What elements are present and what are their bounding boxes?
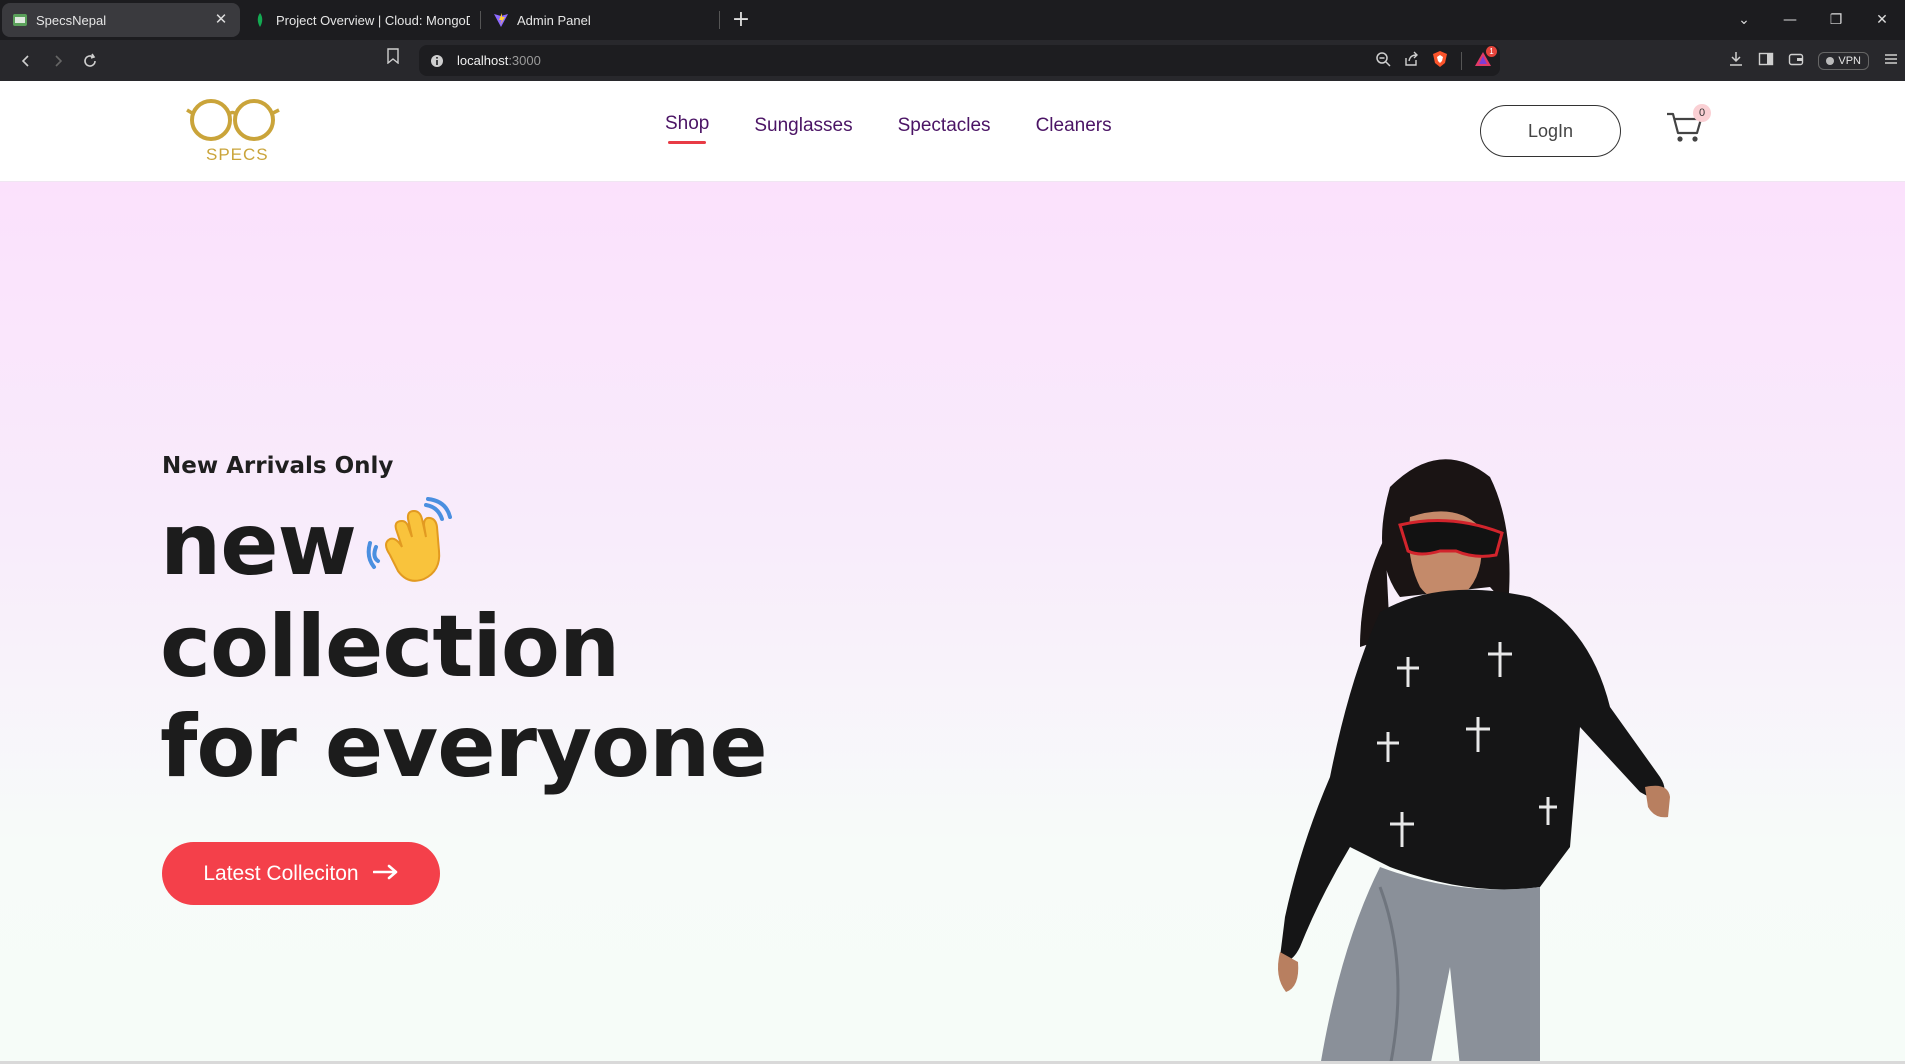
site-info-icon[interactable] (429, 53, 445, 69)
new-tab-button[interactable]: + (724, 3, 758, 37)
tab-admin-panel[interactable]: Admin Panel (483, 3, 719, 37)
web-page: SPECS Shop Sunglasses Spectacles Cleaner… (0, 81, 1905, 1064)
vpn-button[interactable]: VPN (1818, 51, 1869, 70)
tab-search-chevron-icon[interactable]: ⌄ (1721, 12, 1767, 28)
hero-title: new collection for everyone (160, 495, 920, 797)
latest-collection-button[interactable]: Latest Colleciton (162, 842, 440, 905)
minimize-icon[interactable]: — (1767, 12, 1813, 28)
nav-spectacles[interactable]: Spectacles (898, 115, 991, 137)
omnibox-divider (1461, 51, 1462, 70)
nav-sunglasses[interactable]: Sunglasses (754, 115, 852, 137)
menu-icon[interactable] (1883, 51, 1899, 71)
vite-icon (493, 12, 509, 28)
brave-rewards-icon[interactable]: 1 (1474, 45, 1497, 72)
hero-title-line-2: collection (160, 596, 620, 697)
close-tab-icon[interactable]: ✕ (212, 11, 230, 29)
hero-section: New Arrivals Only new collection for eve… (0, 182, 1905, 1064)
login-button[interactable]: LogIn (1480, 105, 1621, 157)
waving-hand-icon (366, 496, 458, 589)
hero-title-line-3: for everyone (160, 696, 768, 797)
close-window-icon[interactable]: ✕ (1859, 12, 1905, 28)
hero-subtitle: New Arrivals Only (162, 453, 394, 479)
window-controls: ⌄ — ❐ ✕ (1721, 0, 1905, 40)
cart-count-badge: 0 (1693, 104, 1711, 122)
share-icon[interactable] (1403, 51, 1419, 71)
restore-icon[interactable]: ❐ (1813, 12, 1859, 28)
tab-specsnepal[interactable]: SpecsNepal ✕ (2, 3, 240, 37)
main-nav: Shop Sunglasses Spectacles Cleaners (665, 113, 1157, 144)
download-icon[interactable] (1728, 51, 1744, 71)
tab-divider (480, 11, 481, 29)
url-text: localhost:3000 (457, 53, 541, 68)
site-header: SPECS Shop Sunglasses Spectacles Cleaner… (0, 81, 1905, 182)
vpn-label: VPN (1838, 54, 1861, 67)
rewards-badge: 1 (1486, 45, 1497, 57)
tab-title: Project Overview | Cloud: MongoDB (276, 12, 470, 28)
sidebar-icon[interactable] (1758, 51, 1774, 71)
browser-toolbar: localhost:3000 1 VPN (0, 40, 1905, 81)
mongodb-leaf-icon (252, 12, 268, 28)
toolbar-right-actions: VPN (1728, 40, 1899, 81)
zoom-icon[interactable] (1375, 51, 1391, 71)
tab-title: Admin Panel (517, 12, 591, 28)
back-icon[interactable] (10, 45, 42, 77)
browser-tab-bar: SpecsNepal ✕ Project Overview | Cloud: M… (0, 0, 1905, 40)
wallet-icon[interactable] (1788, 51, 1804, 71)
arrow-right-icon (372, 862, 399, 886)
brave-shields-icon[interactable] (1431, 50, 1449, 72)
logo-text: SPECS (206, 145, 269, 164)
address-bar[interactable]: localhost:3000 1 (419, 45, 1500, 76)
tab-divider (719, 11, 720, 29)
bookmark-icon[interactable] (386, 48, 400, 68)
specsnepal-favicon (12, 12, 28, 28)
cta-label: Latest Colleciton (203, 861, 359, 885)
tab-title: SpecsNepal (36, 12, 107, 28)
nav-cleaners[interactable]: Cleaners (1036, 115, 1112, 137)
tab-mongodb[interactable]: Project Overview | Cloud: MongoDB (242, 3, 480, 37)
vpn-status-icon (1826, 56, 1835, 65)
hero-model-image (1240, 447, 1710, 1064)
reload-icon[interactable] (74, 45, 106, 77)
forward-icon[interactable] (42, 45, 74, 77)
nav-shop[interactable]: Shop (665, 113, 709, 144)
specs-logo[interactable]: SPECS (186, 95, 280, 167)
hero-title-line-1: new (160, 495, 920, 597)
glasses-logo-icon (186, 99, 280, 141)
